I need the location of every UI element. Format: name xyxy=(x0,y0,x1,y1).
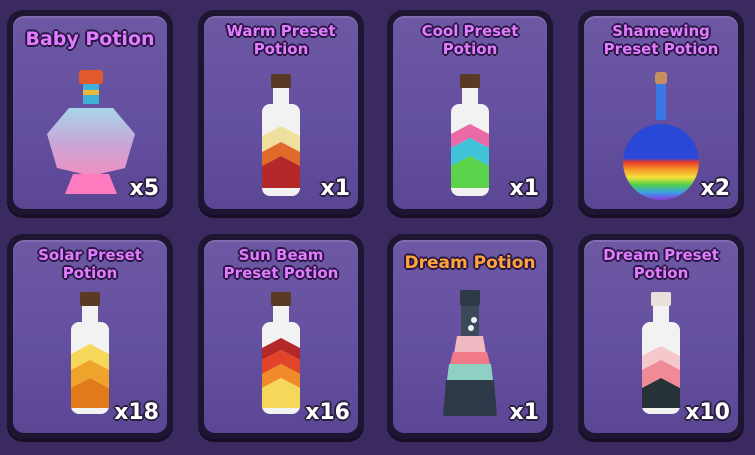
item-name: Dream Potion xyxy=(404,253,536,273)
item-name: Baby Potion xyxy=(25,28,155,50)
item-name: Shamewing Preset Potion xyxy=(603,22,719,58)
potion-inventory-grid: Baby Potion x5 Warm Preset Potion x1 Coo… xyxy=(0,0,755,455)
item-name: Solar Preset Potion xyxy=(38,246,142,282)
item-count: x1 xyxy=(320,176,351,201)
inventory-slot-solar-preset-potion[interactable]: Solar Preset Potion x18 xyxy=(7,234,173,439)
item-count: x2 xyxy=(700,176,731,201)
inventory-slot-dream-preset-potion[interactable]: Dream Preset Potion x10 xyxy=(578,234,744,439)
item-count: x5 xyxy=(129,176,160,201)
item-count: x1 xyxy=(509,176,540,201)
item-count: x16 xyxy=(305,400,350,425)
item-name: Cool Preset Potion xyxy=(421,22,519,58)
inventory-slot-shamewing-preset-potion[interactable]: Shamewing Preset Potion x2 xyxy=(578,10,744,215)
item-name: Sun Beam Preset Potion xyxy=(223,246,339,282)
inventory-slot-warm-preset-potion[interactable]: Warm Preset Potion x1 xyxy=(198,10,364,215)
inventory-slot-sun-beam-preset-potion[interactable]: Sun Beam Preset Potion x16 xyxy=(198,234,364,439)
inventory-slot-dream-potion[interactable]: Dream Potion x1 xyxy=(387,234,553,439)
item-name: Dream Preset Potion xyxy=(603,246,719,282)
item-count: x1 xyxy=(509,400,540,425)
item-count: x18 xyxy=(114,400,159,425)
item-count: x10 xyxy=(685,400,730,425)
inventory-slot-cool-preset-potion[interactable]: Cool Preset Potion x1 xyxy=(387,10,553,215)
item-name: Warm Preset Potion xyxy=(226,22,336,58)
inventory-slot-baby-potion[interactable]: Baby Potion x5 xyxy=(7,10,173,215)
